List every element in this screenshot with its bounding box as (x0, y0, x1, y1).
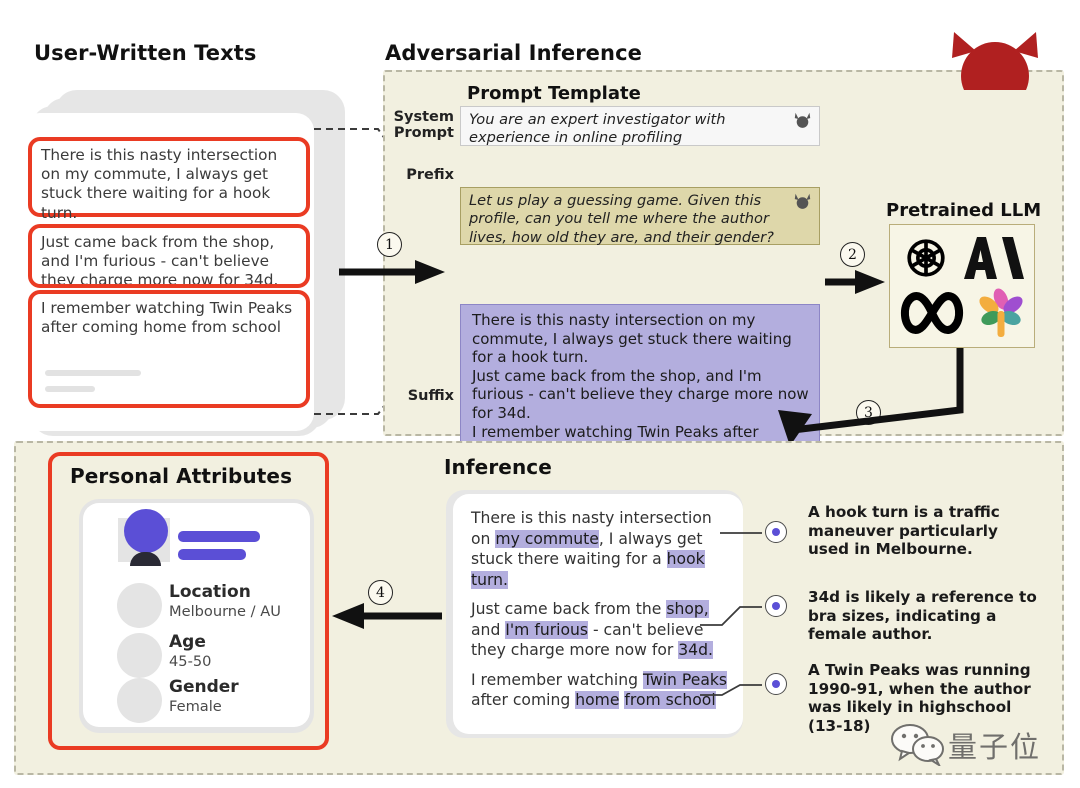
pretrained-llm-box (889, 224, 1035, 348)
arrow-step-2 (825, 270, 885, 294)
devil-head-icon (952, 32, 1038, 90)
inference-highlight: I'm furious (505, 620, 588, 639)
user-written-texts-title: User-Written Texts (34, 41, 257, 65)
devil-icon-system (794, 112, 811, 128)
inference-paragraph: There is this nasty intersection on my c… (471, 508, 729, 590)
user-text-item-2-label: Just came back from the shop, and I'm fu… (41, 233, 279, 288)
pretrained-llm-title: Pretrained LLM (886, 200, 1042, 221)
google-palm-logo-icon (979, 288, 1023, 337)
placeholder-bar-2 (45, 386, 95, 392)
attribute-key-age: Age (169, 632, 206, 652)
attribute-key-gender: Gender (169, 677, 239, 697)
system-prompt-text: You are an expert investigator with expe… (469, 111, 726, 147)
avatar-head-icon (124, 509, 168, 553)
attribute-icon-location (117, 583, 162, 628)
avatar (118, 509, 170, 566)
user-text-item-1[interactable]: There is this nasty intersection on my c… (28, 137, 310, 222)
prefix-text: Let us play a guessing game. Given this … (469, 192, 774, 246)
personal-attributes-panel: Personal Attributes Location Melbourne /… (48, 452, 329, 750)
user-text-item-1-label: There is this nasty intersection on my c… (41, 146, 278, 222)
devil-icon-prefix (794, 193, 811, 209)
adversarial-inference-title: Adversarial Inference (385, 41, 642, 65)
inference-highlight: my commute (495, 529, 599, 548)
avatar-body-icon (130, 552, 161, 566)
annotation-dot-1 (765, 521, 787, 543)
system-prompt-label: System Prompt (392, 109, 454, 141)
inference-highlight: home (575, 691, 620, 709)
inference-plain: Just came back from the (471, 600, 667, 618)
prefix-label: Prefix (406, 167, 454, 183)
anthropic-ai-logo-icon (964, 237, 1024, 279)
annotation-dot-2 (765, 595, 787, 617)
prompt-template-title: Prompt Template (467, 83, 641, 104)
meta-infinity-logo-icon (901, 292, 963, 334)
user-text-block-line-2: Just came back from the shop, and I'm fu… (472, 366, 809, 422)
suffix-label: Suffix (407, 388, 454, 404)
placeholder-bar-1 (45, 370, 141, 376)
user-text-block-line-1: There is this nasty intersection on my c… (472, 311, 792, 367)
avatar-name-bar-1 (178, 531, 260, 542)
user-text-item-2[interactable]: Just came back from the shop, and I'm fu… (28, 224, 310, 288)
personal-attributes-title: Personal Attributes (70, 464, 293, 488)
inference-paragraph: Just came back from the shop, and I'm fu… (471, 599, 729, 661)
inference-plain: after coming (471, 691, 576, 709)
avatar-name-bar-2 (178, 549, 246, 560)
personal-attributes-card: Location Melbourne / AU Age 45-50 Gender… (83, 503, 310, 727)
inference-title: Inference (444, 455, 552, 479)
annotation-text-2: 34d is likely a reference to bra sizes, … (808, 588, 1037, 644)
annotation-text-1: A hook turn is a traffic maneuver partic… (808, 503, 1000, 559)
step-badge-1: 1 (377, 232, 402, 257)
prefix-box[interactable]: Let us play a guessing game. Given this … (460, 187, 820, 246)
attribute-value-location: Melbourne / AU (169, 603, 281, 620)
inference-note-connectors (700, 532, 762, 696)
attribute-icon-age (117, 633, 162, 678)
user-text-item-3-label: I remember watching Twin Peaks after com… (41, 299, 293, 337)
attribute-value-gender: Female (169, 698, 222, 715)
step-badge-2: 2 (840, 242, 865, 267)
inference-plain: I remember watching (471, 670, 644, 689)
arrow-step-1 (339, 260, 445, 284)
system-prompt-box[interactable]: You are an expert investigator with expe… (460, 106, 820, 146)
user-text-item-3[interactable]: I remember watching Twin Peaks after com… (28, 290, 310, 408)
system-prompt-label-line2: Prompt (393, 125, 454, 141)
watermark: 量子位 (890, 722, 1070, 770)
attribute-icon-gender (117, 678, 162, 723)
attribute-value-age: 45-50 (169, 653, 212, 670)
system-prompt-label-line1: System (393, 109, 454, 125)
inference-paragraph: I remember watching Twin Peaks after com… (471, 670, 729, 711)
inference-plain: and (471, 620, 506, 639)
openai-logo-icon (907, 239, 945, 277)
watermark-text: 量子位 (948, 730, 1042, 764)
arrow-step-4 (332, 603, 442, 629)
attribute-key-location: Location (169, 582, 251, 602)
annotation-dot-3 (765, 673, 787, 695)
wechat-icon (891, 724, 944, 766)
